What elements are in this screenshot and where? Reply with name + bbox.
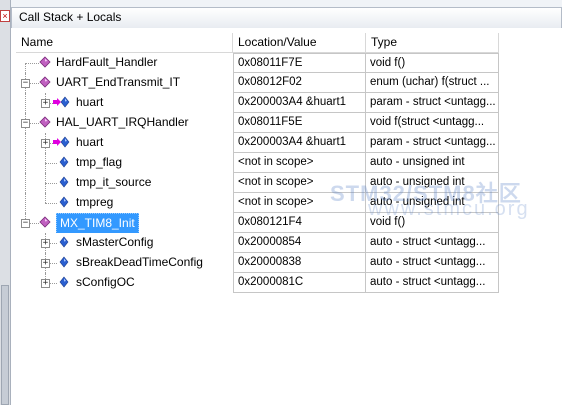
table-row[interactable]: − UART_EndTransmit_IT 0x08012F02 enum (ucha… xyxy=(16,73,499,93)
row-name: huart xyxy=(76,95,104,109)
table-row[interactable]: tmp_flag <not in scope> auto - unsigned in… xyxy=(16,153,499,173)
collapse-icon[interactable]: − xyxy=(21,119,30,128)
expand-icon[interactable]: + xyxy=(41,259,50,268)
table-row[interactable]: + sBreakDeadTimeConfig 0x20000838 auto - st… xyxy=(16,253,499,273)
column-header-location[interactable]: Location/Value xyxy=(233,33,366,52)
vertical-scrollbar[interactable] xyxy=(1,285,9,405)
name-cell[interactable]: − UART_EndTransmit_IT xyxy=(16,73,233,93)
tree-line xyxy=(45,203,57,204)
name-cell[interactable]: tmp_flag xyxy=(16,153,233,173)
location-cell[interactable]: <not in scope> xyxy=(233,153,366,173)
column-header-type[interactable]: Type xyxy=(366,33,499,52)
name-cell[interactable]: tmpreg xyxy=(16,193,233,213)
row-name: sConfigOC xyxy=(76,275,135,289)
table-row[interactable]: + sMasterConfig 0x20000854 auto - struct <u… xyxy=(16,233,499,253)
variable-icon xyxy=(59,236,69,253)
type-cell: void f() xyxy=(366,53,499,73)
table-row[interactable]: + huart 0x200003A4 &huart1 param - struct <… xyxy=(16,133,499,153)
type-cell: auto - struct <untagg... xyxy=(366,233,499,253)
parameter-icon xyxy=(53,96,71,113)
variable-icon xyxy=(59,256,69,273)
table-row[interactable]: − HAL_UART_IRQHandler 0x08011F5E void f(str… xyxy=(16,113,499,133)
tree-line xyxy=(25,173,26,193)
panel-title: Call Stack + Locals xyxy=(11,7,562,28)
call-stack-grid: Name Location/Value Type HardFault_Handl… xyxy=(16,33,499,293)
grid-rows: HardFault_Handler 0x08011F7E void f() − UART… xyxy=(16,53,499,293)
tree-line xyxy=(45,183,57,184)
variable-icon xyxy=(59,276,69,293)
row-name: UART_EndTransmit_IT xyxy=(56,75,181,89)
function-icon xyxy=(39,76,51,93)
panel-top-edge xyxy=(11,0,562,7)
location-cell[interactable]: 0x08011F5E xyxy=(233,113,366,133)
row-name: tmp_flag xyxy=(76,155,123,169)
row-name: tmpreg xyxy=(76,195,114,209)
expand-icon[interactable]: + xyxy=(41,279,50,288)
expand-icon[interactable]: + xyxy=(41,239,50,248)
table-row[interactable]: HardFault_Handler 0x08011F7E void f() xyxy=(16,53,499,73)
tree-line xyxy=(45,163,57,164)
close-icon[interactable]: × xyxy=(0,10,10,22)
location-cell[interactable]: 0x08011F7E xyxy=(233,53,366,73)
name-cell[interactable]: + sConfigOC xyxy=(16,273,233,293)
name-cell[interactable]: HardFault_Handler xyxy=(16,53,233,73)
grid-header: Name Location/Value Type xyxy=(16,33,499,53)
tree-line xyxy=(25,63,26,73)
tree-line xyxy=(25,193,26,213)
function-icon xyxy=(39,216,51,233)
row-name: sMasterConfig xyxy=(76,235,154,249)
watermark-url: www.stmcu.org xyxy=(368,198,530,220)
location-cell[interactable]: 0x200003A4 &huart1 xyxy=(233,93,366,113)
location-cell[interactable]: 0x20000854 xyxy=(233,233,366,253)
function-icon xyxy=(39,56,51,73)
name-cell[interactable]: + sMasterConfig xyxy=(16,233,233,253)
tree-line xyxy=(45,193,46,203)
expand-icon[interactable]: + xyxy=(41,139,50,148)
type-cell: enum (uchar) f(struct ... xyxy=(366,73,499,93)
row-name: huart xyxy=(76,135,104,149)
name-cell[interactable]: tmp_it_source xyxy=(16,173,233,193)
column-header-name[interactable]: Name xyxy=(16,33,233,52)
name-cell[interactable]: − MX_TIM8_Init xyxy=(16,213,233,233)
collapse-icon[interactable]: − xyxy=(21,79,30,88)
tree-line xyxy=(25,133,26,153)
location-cell[interactable]: 0x20000838 xyxy=(233,253,366,273)
tree-line xyxy=(25,63,39,64)
type-cell: auto - unsigned int xyxy=(366,153,499,173)
tree-line xyxy=(25,153,26,173)
row-name: HAL_UART_IRQHandler xyxy=(56,115,189,129)
variable-icon xyxy=(59,156,69,173)
row-name: HardFault_Handler xyxy=(56,55,158,69)
row-name: sBreakDeadTimeConfig xyxy=(76,255,203,269)
location-cell[interactable]: 0x2000081C xyxy=(233,273,366,293)
row-name: tmp_it_source xyxy=(76,175,152,189)
tree-line xyxy=(25,93,26,113)
function-icon xyxy=(39,116,51,133)
table-row[interactable]: + huart 0x200003A4 &huart1 param - struct <… xyxy=(16,93,499,113)
type-cell: auto - struct <untagg... xyxy=(366,253,499,273)
watermark: STM32/STM8社区 www.stmcu.org xyxy=(330,176,562,224)
name-cell[interactable]: + sBreakDeadTimeConfig xyxy=(16,253,233,273)
name-cell[interactable]: + huart xyxy=(16,133,233,153)
row-name: MX_TIM8_Init xyxy=(56,213,139,233)
name-cell[interactable]: + huart xyxy=(16,93,233,113)
variable-icon xyxy=(59,176,69,193)
table-row[interactable]: + sConfigOC 0x2000081C auto - struct <untag… xyxy=(16,273,499,293)
variable-icon xyxy=(59,196,69,213)
location-cell[interactable]: 0x200003A4 &huart1 xyxy=(233,133,366,153)
parameter-icon xyxy=(53,136,71,153)
expand-icon[interactable]: + xyxy=(41,99,50,108)
type-cell: param - struct <untagg... xyxy=(366,133,499,153)
type-cell: void f(struct <untagg... xyxy=(366,113,499,133)
location-cell[interactable]: 0x08012F02 xyxy=(233,73,366,93)
type-cell: auto - struct <untagg... xyxy=(366,273,499,293)
collapse-icon[interactable]: − xyxy=(21,219,30,228)
left-dock-strip: × xyxy=(0,0,11,405)
name-cell[interactable]: − HAL_UART_IRQHandler xyxy=(16,113,233,133)
type-cell: param - struct <untagg... xyxy=(366,93,499,113)
